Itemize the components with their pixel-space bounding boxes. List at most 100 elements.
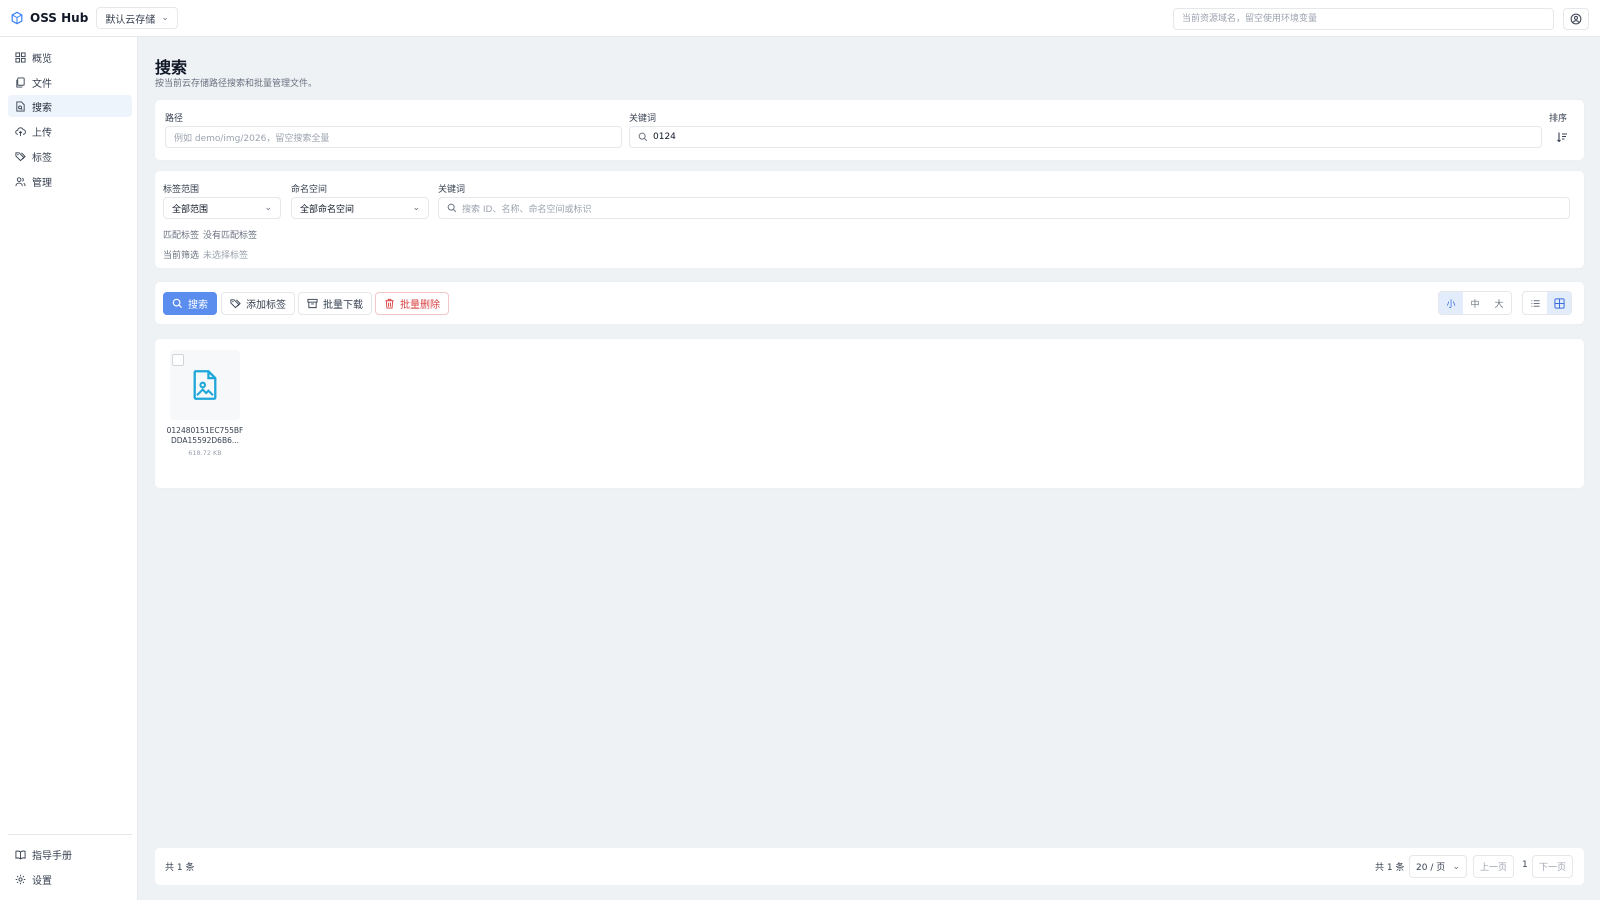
- dashboard-icon: [15, 51, 26, 63]
- no-match-tags-toggle[interactable]: 没有匹配标签: [203, 228, 257, 241]
- keyword-input-value: 0124: [653, 132, 676, 142]
- book-icon: [15, 850, 26, 859]
- current-filter-value: 未选择标签: [203, 251, 249, 261]
- sidebar-item-guide[interactable]: 指导手册: [8, 843, 132, 865]
- archive-icon: [307, 298, 318, 309]
- top-bar: OSS Hub 默认云存储 ⌄: [0, 0, 1600, 37]
- keyword-input[interactable]: 0124: [629, 126, 1542, 148]
- sidebar-item-label: 概览: [32, 53, 52, 65]
- search-button[interactable]: 搜索: [163, 292, 217, 315]
- file-checkbox[interactable]: [172, 354, 184, 366]
- search-icon: [447, 203, 457, 213]
- add-tag-button[interactable]: 添加标签: [221, 292, 295, 315]
- next-page-button[interactable]: 下一页: [1532, 855, 1574, 878]
- chevron-down-icon: ⌄: [161, 13, 169, 23]
- sort-button[interactable]: [1552, 127, 1572, 147]
- sidebar-item-label: 标签: [32, 152, 52, 164]
- brand[interactable]: OSS Hub: [10, 11, 88, 25]
- sidebar-item-upload[interactable]: 上传: [8, 120, 132, 142]
- size-small-button[interactable]: 小: [1439, 292, 1463, 314]
- thumb-size-toggle: 小 中 大: [1438, 291, 1512, 315]
- sidebar-item-label: 搜索: [32, 102, 52, 114]
- tag-keyword-placeholder: 搜索 ID、名称、命名空间或标识: [462, 204, 592, 215]
- sidebar-divider: [8, 834, 132, 835]
- user-button[interactable]: [1563, 8, 1589, 30]
- file-name: 012480151EC755BFDDA15592D6B6...: [166, 426, 244, 445]
- tag-filter-card: 标签范围 全部范围 ⌄ 命名空间 全部命名空间 ⌄ 关键词 搜索 ID、名称、命…: [155, 171, 1584, 268]
- bucket-select[interactable]: 默认云存储 ⌄: [96, 7, 178, 29]
- sidebar-item-tags[interactable]: 标签: [8, 145, 132, 167]
- sidebar-item-label: 上传: [32, 127, 52, 139]
- view-mode-toggle: [1522, 291, 1572, 315]
- sidebar-item-settings[interactable]: 设置: [8, 868, 132, 890]
- current-page[interactable]: 1: [1522, 860, 1528, 870]
- list-icon: [1530, 299, 1540, 307]
- domain-input[interactable]: [1173, 8, 1554, 30]
- keyword-label: 关键词: [629, 114, 657, 124]
- sidebar-item-files[interactable]: 文件: [8, 71, 132, 93]
- tags-icon: [15, 151, 26, 161]
- page-subtitle: 按当前云存储路径搜索和批量管理文件。: [155, 79, 318, 89]
- add-tag-button-label: 添加标签: [246, 300, 286, 311]
- prev-page-button[interactable]: 上一页: [1473, 855, 1515, 878]
- image-file-icon: [193, 370, 217, 400]
- toolbar-card: 搜索 添加标签 批量下载 批量删除 小 中 大: [155, 282, 1584, 324]
- upload-cloud-icon: [15, 126, 26, 136]
- page-size-select[interactable]: 20 / 页 ⌄: [1409, 855, 1467, 878]
- list-view-button[interactable]: [1523, 292, 1547, 314]
- sidebar-item-label: 文件: [32, 78, 52, 90]
- pagination-bar: 共 1 条 共 1 条 20 / 页 ⌄ 上一页 1 下一页: [155, 848, 1584, 885]
- page-size-value: 20 / 页: [1416, 863, 1446, 873]
- sidebar-item-label: 管理: [32, 177, 52, 189]
- sort-label: 排序: [1549, 114, 1568, 124]
- grid-view-button[interactable]: [1547, 292, 1571, 314]
- tag-scope-value: 全部范围: [172, 204, 209, 215]
- sidebar-item-label: 设置: [32, 875, 52, 887]
- grid-icon: [1553, 297, 1565, 309]
- batch-download-button[interactable]: 批量下载: [298, 292, 372, 315]
- tag-keyword-label: 关键词: [438, 185, 466, 195]
- batch-delete-button[interactable]: 批量删除: [375, 292, 449, 315]
- pagination-total: 共 1 条: [1375, 863, 1405, 873]
- sidebar-item-label: 指导手册: [32, 850, 72, 862]
- users-icon: [15, 176, 26, 186]
- match-tags-toggle[interactable]: 匹配标签: [163, 228, 199, 241]
- total-count: 共 1 条: [165, 863, 195, 873]
- tag-scope-select[interactable]: 全部范围 ⌄: [163, 197, 281, 219]
- tags-icon: [230, 299, 241, 309]
- size-large-button[interactable]: 大: [1487, 292, 1511, 314]
- sidebar-item-overview[interactable]: 概览: [8, 46, 132, 68]
- sidebar-item-search[interactable]: 搜索: [8, 95, 132, 117]
- search-file-icon: [16, 100, 25, 112]
- search-button-label: 搜索: [188, 300, 208, 311]
- file-size: 618.72 KB: [188, 449, 222, 457]
- namespace-select[interactable]: 全部命名空间 ⌄: [291, 197, 429, 219]
- results-card: [155, 339, 1584, 488]
- brand-title: OSS Hub: [30, 11, 89, 25]
- chevron-down-icon: ⌄: [412, 203, 420, 213]
- file-card[interactable]: 012480151EC755BFDDA15592D6B6... 618.72 K…: [167, 350, 243, 460]
- search-card: 路径 例如 demo/img/2026，留空搜索全量 关键词 0124 排序: [155, 100, 1584, 160]
- bucket-select-value: 默认云存储: [105, 14, 156, 26]
- tag-scope-label: 标签范围: [163, 185, 200, 195]
- gear-icon: [15, 874, 26, 884]
- trash-icon: [385, 298, 394, 309]
- files-icon: [16, 76, 25, 88]
- search-icon: [638, 132, 648, 142]
- size-medium-button[interactable]: 中: [1463, 292, 1487, 314]
- user-circle-icon: [1570, 13, 1582, 25]
- path-input-placeholder: 例如 demo/img/2026，留空搜索全量: [174, 133, 330, 144]
- namespace-label: 命名空间: [291, 185, 328, 195]
- tag-keyword-input[interactable]: 搜索 ID、名称、命名空间或标识: [438, 197, 1570, 219]
- path-input[interactable]: 例如 demo/img/2026，留空搜索全量: [165, 126, 622, 148]
- page-title: 搜索: [155, 58, 188, 77]
- batch-delete-button-label: 批量删除: [400, 300, 440, 311]
- current-filter-label: 当前筛选: [163, 251, 200, 261]
- batch-download-button-label: 批量下载: [323, 300, 363, 311]
- cube-logo-icon: [11, 11, 23, 25]
- sort-icon: [1557, 132, 1567, 143]
- chevron-down-icon: ⌄: [264, 203, 272, 213]
- namespace-value: 全部命名空间: [300, 204, 355, 215]
- search-icon: [172, 298, 183, 309]
- sidebar-item-manage[interactable]: 管理: [8, 170, 132, 192]
